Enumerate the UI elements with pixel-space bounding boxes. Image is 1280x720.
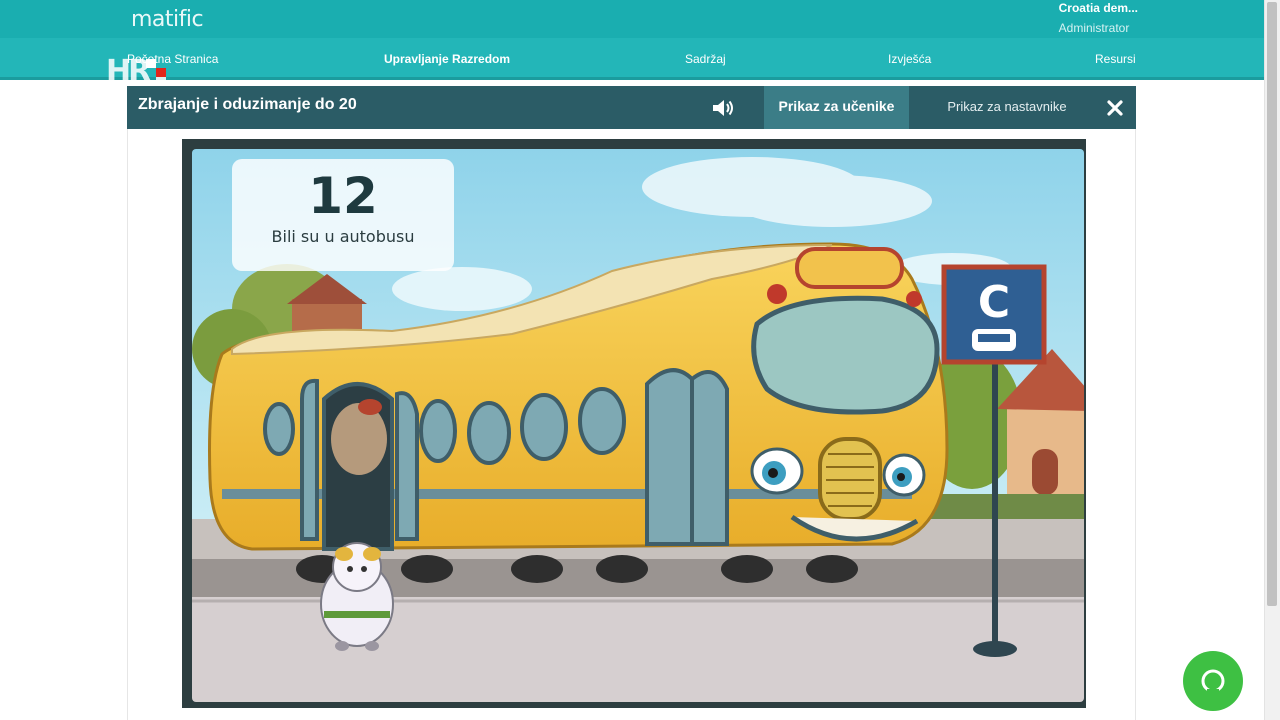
tab-teacher-view[interactable]: Prikaz za nastavnike	[922, 86, 1092, 129]
counter-label: Bili su u autobusu	[271, 227, 415, 246]
user-menu[interactable]: Croatia dem... Administrator	[1059, 1, 1138, 35]
game-frame: C 12 Bili su u autobusu	[182, 139, 1086, 708]
tab-student-view[interactable]: Prikaz za učenike	[764, 86, 909, 129]
svg-text:HR: HR	[106, 54, 151, 87]
nav-item-reports[interactable]: Izvješća	[888, 52, 931, 66]
main-nav: Početna Stranica Upravljanje Razredom Sa…	[0, 38, 1264, 80]
top-header: matific Croatia dem... Administrator	[0, 0, 1264, 38]
user-role: Administrator	[1058, 21, 1130, 35]
bus-stop-letter: C	[978, 277, 1010, 328]
matific-logo[interactable]: matific	[131, 7, 204, 32]
game-canvas[interactable]: C 12 Bili su u autobusu	[192, 149, 1084, 702]
activity-title: Zbrajanje i oduzimanje do 20	[138, 96, 357, 113]
close-icon[interactable]	[1106, 99, 1124, 117]
nav-item-class-management[interactable]: Upravljanje Razredom	[384, 52, 510, 66]
counter-value: 12	[308, 167, 378, 225]
hrt-logo: HR	[106, 54, 166, 87]
counter-card: 12 Bili su u autobusu	[232, 159, 454, 271]
modal-header: Zbrajanje i oduzimanje do 20 Prikaz za u…	[127, 86, 1136, 129]
scrollbar-thumb[interactable]	[1267, 2, 1277, 606]
user-name[interactable]: Croatia dem...	[1059, 1, 1138, 15]
nav-item-content[interactable]: Sadržaj	[685, 52, 726, 66]
nav-item-resources[interactable]: Resursi	[1095, 52, 1136, 66]
page-scrollbar[interactable]	[1264, 0, 1280, 720]
speaker-icon[interactable]	[710, 97, 734, 119]
chat-icon	[1201, 669, 1225, 693]
help-chat-button[interactable]	[1183, 651, 1243, 711]
